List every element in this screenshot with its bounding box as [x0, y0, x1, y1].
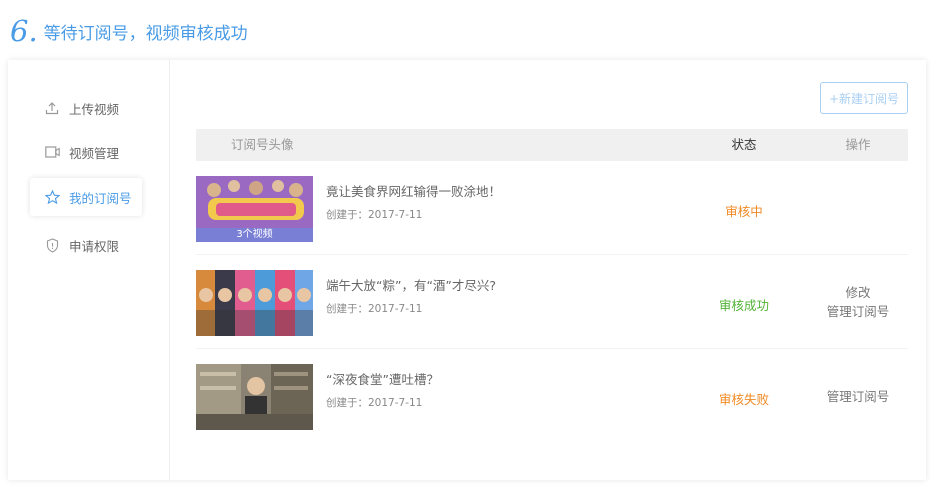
- sidebar-item-apply-permission[interactable]: 申请权限: [30, 226, 142, 264]
- subscription-thumbnail[interactable]: 3个视频: [196, 176, 313, 242]
- subscription-thumbnail[interactable]: [196, 270, 313, 336]
- created-date: 创建于：2017-7-11: [326, 397, 423, 409]
- sidebar-item-label: 视频管理: [69, 145, 120, 161]
- shield-icon: [44, 237, 60, 253]
- table-header: 订阅号头像 状态 操作: [196, 129, 908, 161]
- table-row: “深夜食堂”遭吐槽？ 创建于：2017-7-11 审核失败 管理订阅号: [196, 349, 908, 443]
- sidebar-item-label: 上传视频: [69, 101, 120, 117]
- status-badge: 审核失败: [718, 392, 769, 407]
- subscription-title[interactable]: 竟让美食界网红输得一败涂地！: [326, 181, 501, 200]
- sidebar-item-my-subscriptions[interactable]: 我的订阅号: [30, 178, 142, 216]
- step-heading: 6. 等待订阅号，视频审核成功: [10, 14, 248, 48]
- sidebar-item-label: 申请权限: [69, 238, 120, 254]
- content-panel: 上传视频 视频管理 我的订阅号 申请权限 +新建订阅号 订阅号头像 状态 操作: [8, 60, 926, 480]
- manage-subscription-link[interactable]: 管理订阅号: [809, 302, 907, 321]
- column-header-status: 状态: [731, 137, 757, 152]
- step-title: 等待订阅号，视频审核成功: [43, 23, 248, 44]
- star-icon: [44, 189, 60, 205]
- video-icon: [44, 144, 60, 160]
- row-operations: 修改 管理订阅号: [809, 283, 907, 321]
- step-number: 6.: [10, 13, 38, 48]
- created-date: 创建于：2017-7-11: [326, 209, 423, 221]
- main-content: +新建订阅号 订阅号头像 状态 操作 3个视频 竟让美食界网红输得一败涂地！ 创…: [196, 60, 908, 480]
- created-date: 创建于：2017-7-11: [326, 303, 423, 315]
- column-header-ops: 操作: [845, 137, 871, 152]
- status-badge: 审核成功: [718, 298, 769, 313]
- manage-subscription-link[interactable]: 管理订阅号: [809, 387, 907, 406]
- status-badge: 审核中: [725, 204, 763, 219]
- subscription-thumbnail[interactable]: [196, 364, 313, 430]
- thumbnail-caption: 3个视频: [236, 229, 273, 240]
- sidebar-item-video-management[interactable]: 视频管理: [30, 133, 142, 171]
- upload-icon: [44, 100, 60, 116]
- subscription-title[interactable]: “深夜食堂”遭吐槽？: [326, 369, 439, 388]
- table-row: 3个视频 竟让美食界网红输得一败涂地！ 创建于：2017-7-11 审核中: [196, 161, 908, 255]
- sidebar-item-upload-video[interactable]: 上传视频: [30, 89, 142, 127]
- sidebar: 上传视频 视频管理 我的订阅号 申请权限: [8, 60, 170, 480]
- edit-link[interactable]: 修改: [809, 283, 907, 302]
- subscription-title[interactable]: 端午大放“粽”，有“酒”才尽兴?: [326, 275, 496, 294]
- sidebar-item-label: 我的订阅号: [69, 190, 132, 206]
- table-row: 端午大放“粽”，有“酒”才尽兴? 创建于：2017-7-11 审核成功 修改 管…: [196, 255, 908, 349]
- row-operations: 管理订阅号: [809, 387, 907, 406]
- new-subscription-button[interactable]: +新建订阅号: [820, 82, 908, 114]
- column-header-avatar: 订阅号头像: [231, 137, 294, 152]
